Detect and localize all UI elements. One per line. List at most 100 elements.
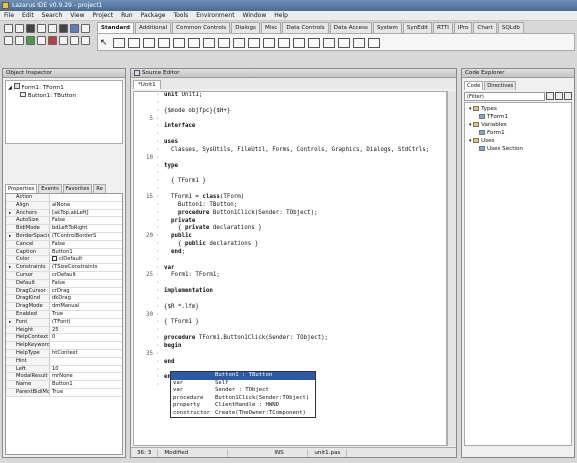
step-into-icon[interactable] — [59, 35, 68, 45]
property-value[interactable]: 25 — [50, 327, 122, 334]
code-line[interactable]: · { public declarations } — [134, 241, 446, 249]
tmemo-icon[interactable] — [187, 38, 200, 48]
code-line[interactable]: · {$mode objfpc}{$H+} — [134, 108, 446, 116]
property-value[interactable]: (TSizeConstraints — [50, 264, 122, 271]
property-value[interactable] — [50, 358, 122, 365]
code-explorer-tab-directives[interactable]: Directives — [484, 81, 517, 90]
property-value[interactable]: dmManual — [50, 303, 122, 310]
property-row[interactable]: Cancel False — [6, 240, 122, 249]
code-completion-popup[interactable]: Button1 : TButton var Self var Sender : TObj… — [170, 371, 316, 418]
code-line[interactable]: 10 · — [134, 155, 446, 163]
save-all-icon[interactable] — [48, 23, 57, 33]
property-value[interactable]: bdLeftToRight — [50, 225, 122, 232]
tgroupbox-icon[interactable] — [292, 38, 305, 48]
tree-item-form1[interactable]: ◢ Form1: TForm1 — [8, 83, 120, 92]
tframe-icon[interactable] — [352, 38, 365, 48]
save-icon[interactable] — [37, 23, 46, 33]
code-line[interactable]: · Button1: TButton; — [134, 202, 446, 210]
tlabel-icon[interactable] — [157, 38, 170, 48]
property-value[interactable] — [50, 194, 122, 201]
tbutton-icon[interactable] — [142, 38, 155, 48]
tactionlist-icon[interactable] — [367, 38, 380, 48]
code-line[interactable]: 25 · Form1: TForm1; — [134, 272, 446, 280]
completion-item[interactable]: Button1 : TButton — [171, 372, 315, 380]
menu-window[interactable]: Window — [243, 12, 267, 19]
property-row[interactable]: Default False — [6, 279, 122, 288]
code-line[interactable]: 35 · — [134, 351, 446, 359]
open-project-icon[interactable] — [70, 23, 79, 33]
completion-item[interactable]: property ClientHandle : HWND — [171, 402, 315, 410]
inspector-tab-re[interactable]: Re — [93, 184, 106, 193]
completion-item[interactable]: var Self — [171, 380, 315, 388]
property-value[interactable]: (TFont) — [50, 319, 122, 326]
code-line[interactable]: · — [134, 131, 446, 139]
tcheckbox-icon[interactable] — [217, 38, 230, 48]
property-row[interactable]: ▸ Constraints (TSizeConstraints — [6, 264, 122, 272]
property-row[interactable]: BidiMode bdLeftToRight — [6, 225, 122, 233]
toggle-form-unit-icon[interactable] — [15, 35, 24, 45]
property-row[interactable]: Enabled True — [6, 310, 122, 319]
property-row[interactable]: ModalResult mrNone — [6, 373, 122, 382]
expand-icon[interactable]: ▸ — [9, 210, 11, 217]
step-out-icon[interactable] — [81, 35, 90, 45]
tcheckgroup-icon[interactable] — [322, 38, 335, 48]
tscrollbar-icon[interactable] — [277, 38, 290, 48]
tlistbox-icon[interactable] — [247, 38, 260, 48]
code-line[interactable]: · — [134, 296, 446, 304]
property-row[interactable]: DragMode dmManual — [6, 303, 122, 311]
tcombobox-icon[interactable] — [262, 38, 275, 48]
code-line[interactable]: · procedure Button1Click(Sender: TObject… — [134, 210, 446, 218]
code-line[interactable]: · { private declarations } — [134, 225, 446, 233]
property-row[interactable]: DragKind dkDrag — [6, 295, 122, 304]
run-icon[interactable] — [26, 35, 35, 45]
code-line[interactable]: · interface — [134, 123, 446, 131]
property-value[interactable]: mrNone — [50, 373, 122, 380]
completion-item[interactable]: var Sender : TObject — [171, 387, 315, 395]
property-value[interactable]: False — [50, 241, 122, 248]
code-explorer-node[interactable]: ▾ Types — [467, 105, 569, 113]
property-value[interactable]: crDefault — [50, 272, 122, 279]
code-line[interactable]: · begin — [134, 343, 446, 351]
property-value[interactable]: (TControlBorderS — [50, 233, 122, 240]
new-unit-icon[interactable] — [4, 23, 13, 33]
property-row[interactable]: ▸BorderSpacing(TControlBorderS — [6, 232, 122, 241]
pause-icon[interactable] — [37, 35, 46, 45]
property-row[interactable]: ▸ Anchors [akTop,akLeft] — [6, 209, 122, 218]
property-row[interactable]: Hint — [6, 357, 122, 366]
tedit-icon[interactable] — [172, 38, 185, 48]
menu-tools[interactable]: Tools — [173, 12, 188, 19]
property-value[interactable]: 0 — [50, 334, 122, 341]
code-line[interactable]: 15 · TForm1 = class(TForm) — [134, 194, 446, 202]
editor-vertical-scrollbar[interactable] — [447, 91, 456, 446]
menu-environment[interactable]: Environment — [196, 12, 234, 19]
menu-edit[interactable]: Edit — [22, 12, 34, 19]
tradiobutton-icon[interactable] — [232, 38, 245, 48]
code-line[interactable]: · unit Unit1; — [134, 92, 446, 100]
property-value[interactable]: crDrag — [50, 288, 122, 295]
property-value[interactable]: 10 — [50, 366, 122, 373]
property-row[interactable]: Left 10 — [6, 365, 122, 374]
code-line[interactable]: · — [134, 280, 446, 288]
ttogglebox-icon[interactable] — [202, 38, 215, 48]
code-line[interactable]: · — [134, 257, 446, 265]
menu-package[interactable]: Package — [141, 12, 166, 19]
property-value[interactable]: True — [50, 389, 122, 396]
property-row[interactable]: Cursor crDefault — [6, 271, 122, 280]
menu-file[interactable]: File — [4, 12, 14, 19]
code-line[interactable]: · {$R *.lfm} — [134, 304, 446, 312]
property-value[interactable] — [50, 342, 122, 349]
property-row[interactable]: HelpType htContext — [6, 349, 122, 358]
property-row[interactable]: HelpKeyword — [6, 342, 122, 350]
filter-input[interactable]: (Filter) — [464, 91, 545, 101]
inspector-tab-properties[interactable]: Properties — [5, 184, 38, 193]
property-value[interactable]: Button1 — [50, 381, 122, 388]
tpopupmenu-icon[interactable] — [127, 38, 140, 48]
property-row[interactable]: Caption Button1 — [6, 248, 122, 257]
mode-icon[interactable] — [564, 92, 572, 100]
property-value[interactable]: [akTop,akLeft] — [50, 210, 122, 217]
property-value[interactable]: htContext — [50, 350, 122, 357]
view-forms-icon[interactable] — [4, 35, 13, 45]
editor-tab-unit1[interactable]: *Unit1 — [133, 80, 161, 89]
stop-icon[interactable] — [48, 35, 57, 45]
tree-item-button1[interactable]: Button1: TButton — [8, 92, 120, 100]
